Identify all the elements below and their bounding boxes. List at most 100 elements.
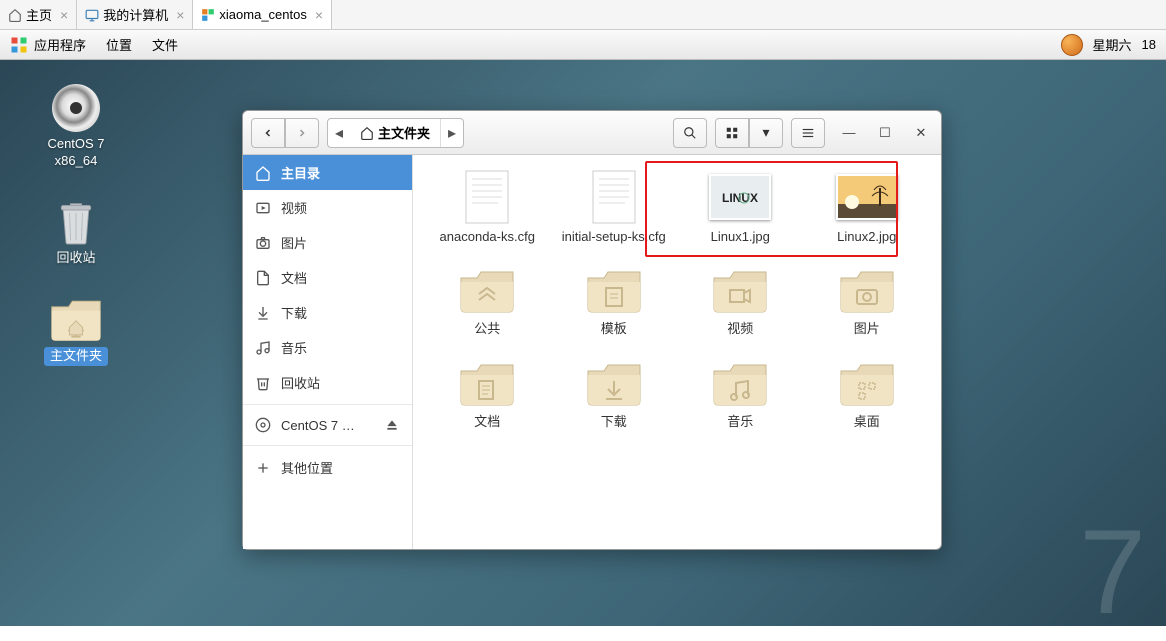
close-icon[interactable]: × — [315, 7, 323, 23]
day-label: 18 — [1142, 37, 1156, 52]
close-icon[interactable]: × — [176, 7, 184, 23]
tab-home[interactable]: 主页 × — [0, 0, 77, 29]
nav-back-button[interactable] — [251, 118, 285, 148]
folder-desktop[interactable]: 桌面 — [813, 356, 922, 430]
file-label: 桌面 — [854, 414, 880, 430]
file-label: anaconda-ks.cfg — [440, 229, 535, 245]
sidebar-item-label: 文档 — [281, 268, 307, 287]
tab-label: 主页 — [26, 5, 52, 24]
trash-icon — [255, 375, 271, 391]
file-label: 公共 — [474, 321, 500, 337]
folder-public[interactable]: 公共 — [433, 263, 542, 337]
home-icon — [255, 165, 271, 181]
eject-icon[interactable] — [384, 417, 400, 433]
sidebar-item-label: 主目录 — [281, 163, 320, 182]
sidebar-item-music[interactable]: 音乐 — [243, 330, 412, 365]
search-button[interactable] — [673, 118, 707, 148]
file-anaconda-ks[interactable]: anaconda-ks.cfg — [433, 171, 542, 245]
sidebar-item-downloads[interactable]: 下载 — [243, 295, 412, 330]
sidebar-item-label: 下载 — [281, 303, 307, 322]
nav-buttons — [251, 118, 319, 148]
sidebar-item-videos[interactable]: 视频 — [243, 190, 412, 225]
sidebar-item-home[interactable]: 主目录 — [243, 155, 412, 190]
sidebar-item-label: 视频 — [281, 198, 307, 217]
file-label: 模板 — [601, 321, 627, 337]
sidebar-item-documents[interactable]: 文档 — [243, 260, 412, 295]
folder-documents[interactable]: 文档 — [433, 356, 542, 430]
weekday-label: 星期六 — [1093, 35, 1132, 54]
sidebar-item-label: 回收站 — [281, 373, 320, 392]
annotation-highlight-box — [645, 161, 898, 257]
sidebar-item-disc[interactable]: CentOS 7 … — [243, 409, 412, 441]
minimize-button[interactable]: — — [837, 121, 861, 145]
file-grid-area[interactable]: anaconda-ks.cfg initial-setup-ks.cfg LIN… — [413, 155, 941, 549]
folder-icon — [837, 264, 897, 314]
sidebar-item-trash[interactable]: 回收站 — [243, 365, 412, 400]
home-folder-label: 主文件夹 — [44, 347, 108, 366]
sidebar-item-other[interactable]: 其他位置 — [243, 450, 412, 485]
folder-icon — [584, 264, 644, 314]
hamburger-menu-button[interactable] — [791, 118, 825, 148]
folder-icon — [457, 264, 517, 314]
menu-applications[interactable]: 应用程序 — [34, 35, 86, 54]
desktop-icons: CentOS 7x86_64 回收站 主文件夹 — [40, 80, 112, 370]
folder-icon — [710, 357, 770, 407]
desktop-home-folder[interactable]: 主文件夹 — [40, 291, 112, 370]
sidebar-item-pictures[interactable]: 图片 — [243, 225, 412, 260]
camera-icon — [255, 235, 271, 251]
path-home-segment[interactable]: 主文件夹 — [350, 119, 441, 147]
plus-icon — [255, 460, 271, 476]
folder-pictures[interactable]: 图片 — [813, 263, 922, 337]
file-label: 图片 — [854, 321, 880, 337]
download-icon — [255, 305, 271, 321]
view-icons-button[interactable] — [715, 118, 749, 148]
file-label: 文档 — [474, 414, 500, 430]
tab-label: xiaoma_centos — [219, 7, 306, 22]
disc-icon — [255, 417, 271, 433]
menu-files[interactable]: 文件 — [152, 35, 178, 54]
grid-icon — [725, 126, 739, 140]
maximize-button[interactable]: ☐ — [873, 121, 897, 145]
hamburger-icon — [801, 126, 815, 140]
home-icon — [8, 8, 22, 22]
folder-icon — [837, 357, 897, 407]
tab-vm-xiaoma[interactable]: xiaoma_centos × — [193, 0, 332, 29]
disc-icon — [52, 84, 100, 132]
tab-mycomputer[interactable]: 我的计算机 × — [77, 0, 193, 29]
trash-icon — [54, 198, 98, 246]
folder-icon — [584, 357, 644, 407]
disc-label: CentOS 7x86_64 — [47, 136, 104, 170]
clock-icon[interactable] — [1061, 34, 1083, 56]
vm-icon — [201, 8, 215, 22]
folder-icon — [457, 357, 517, 407]
desktop-trash[interactable]: 回收站 — [50, 194, 102, 271]
centos-watermark: 7 — [1079, 503, 1146, 641]
file-manager-window: ◂ 主文件夹 ▸ ▾ — — [242, 110, 942, 550]
close-icon[interactable]: × — [60, 7, 68, 23]
home-folder-icon — [48, 295, 104, 343]
desktop[interactable]: 7 CentOS 7x86_64 回收站 主文件夹 — [0, 60, 1166, 626]
desktop-disc[interactable]: CentOS 7x86_64 — [43, 80, 108, 174]
folder-icon — [710, 264, 770, 314]
apps-icon — [10, 36, 28, 54]
view-dropdown-button[interactable]: ▾ — [749, 118, 783, 148]
file-manager-header: ◂ 主文件夹 ▸ ▾ — — [243, 111, 941, 155]
path-prev[interactable]: ◂ — [328, 123, 350, 143]
folder-videos[interactable]: 视频 — [686, 263, 795, 337]
path-label: 主文件夹 — [378, 123, 430, 142]
nav-forward-button[interactable] — [285, 118, 319, 148]
folder-downloads[interactable]: 下载 — [560, 356, 669, 430]
sidebar-item-label: 其他位置 — [281, 458, 333, 477]
path-next[interactable]: ▸ — [441, 123, 463, 143]
home-icon — [360, 126, 374, 140]
text-file-icon — [589, 169, 639, 225]
close-button[interactable]: ✕ — [909, 121, 933, 145]
trash-label: 回收站 — [56, 250, 95, 267]
monitor-icon — [85, 8, 99, 22]
folder-templates[interactable]: 模板 — [560, 263, 669, 337]
sidebar-item-label: CentOS 7 … — [281, 418, 355, 433]
menu-places[interactable]: 位置 — [106, 35, 132, 54]
text-file-icon — [462, 169, 512, 225]
folder-music[interactable]: 音乐 — [686, 356, 795, 430]
music-icon — [255, 340, 271, 356]
